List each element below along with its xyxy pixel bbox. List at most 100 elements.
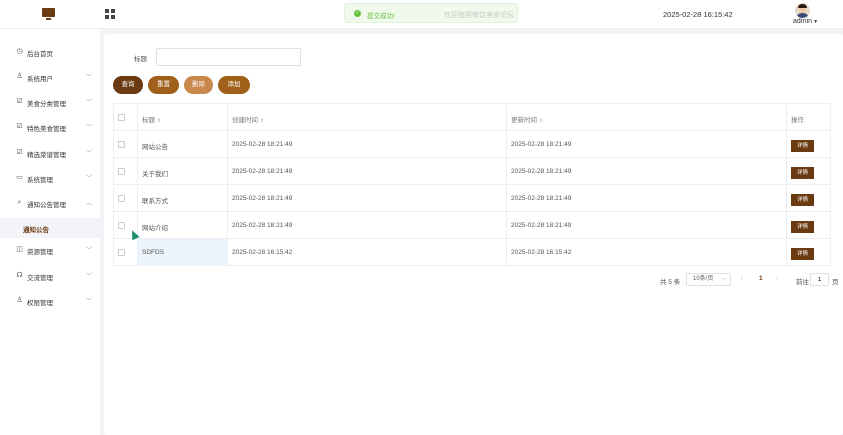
monitor-logo-icon [42, 8, 55, 21]
sort-icon[interactable]: ⇕ [539, 118, 543, 124]
row-updated-time-wrap: 2025-02-28 16:15:42 [511, 249, 571, 256]
sidebar-item-4[interactable]: ☑ 精选菜谱管理 ﹀ [0, 141, 100, 166]
sidebar-item-6[interactable]: ⌕ 通知公告管理 ︿ [0, 191, 100, 216]
detail-button[interactable]: 详情 [791, 140, 814, 152]
sidebar-item-7[interactable]: ◫ 资源管理 ﹀ [0, 238, 100, 263]
row-updated-time-wrap: 2025-02-28 18:21:49 [511, 141, 571, 148]
page-size-select[interactable]: 10条/页 ⌵ [686, 273, 731, 286]
row-checkbox[interactable] [118, 195, 125, 202]
chevron-down-icon: ﹀ [86, 176, 93, 182]
row-title-wrap: 关于我们 [142, 168, 168, 178]
row-title: 联系方式 [142, 198, 168, 205]
table-cell: 2025-02-28 18:21:49 [506, 158, 786, 185]
row-created-time: 2025-02-28 18:21:49 [232, 222, 293, 229]
table-cell: 2025-02-28 18:21:49 [227, 212, 506, 239]
sidebar-item-label: 精选菜谱管理 [27, 152, 66, 159]
search-title-input[interactable] [156, 48, 301, 66]
table-cell: 详情 [786, 239, 831, 266]
sidebar-subitem-label: 通知公告 [23, 227, 49, 234]
chevron-down-icon: ﹀ [86, 299, 93, 305]
row-title: 网站公告 [142, 144, 168, 151]
delete-button[interactable]: 删除 [184, 76, 213, 94]
chevron-down-icon: ﹀ [86, 100, 93, 106]
detail-button[interactable]: 详情 [791, 248, 814, 260]
row-title: 网站介绍 [142, 225, 168, 232]
detail-button[interactable]: 详情 [791, 194, 814, 206]
list-icon: ☑ [16, 123, 23, 130]
chevron-up-icon: ︿ [86, 201, 93, 207]
table-cell [113, 104, 137, 131]
goto-label: 前往 [796, 279, 809, 286]
search-icon: ⌕ [17, 199, 22, 206]
chevron-down-icon: ﹀ [86, 248, 93, 254]
sidebar-item-2[interactable]: ☑ 美食分类管理 ﹀ [0, 90, 100, 115]
table-row: SDFDS 2025-02-28 16:15:42 2025-02-28 16:15… [113, 239, 831, 266]
chevron-down-icon: ﹀ [86, 125, 93, 131]
sidebar-item-0[interactable]: ◷ 后台首页 [0, 40, 100, 65]
row-checkbox[interactable] [118, 222, 125, 229]
pagination-total: 共 5 条 [660, 279, 681, 286]
sidebar-item-label: 交流管理 [27, 275, 53, 282]
table-cell: 详情 [786, 158, 831, 185]
table-row: 关于我们 2025-02-28 18:21:49 2025-02-28 18:21:… [113, 158, 831, 185]
sidebar-subitem-notice[interactable]: 通知公告 [0, 218, 100, 238]
table-cell: 2025-02-28 18:21:49 [506, 212, 786, 239]
sort-icon[interactable]: ⇕ [157, 118, 161, 124]
sidebar-item-9[interactable]: ♙ 权限管理 ﹀ [0, 289, 100, 314]
check-circle-icon: ✓ [354, 10, 361, 17]
menu-toggle-grid-icon[interactable] [105, 9, 115, 19]
detail-button[interactable]: 详情 [791, 221, 814, 233]
user-dropdown[interactable]: admin▼ [793, 18, 818, 25]
table-cell [113, 131, 137, 158]
caret-down-icon: ▼ [813, 19, 819, 25]
column-header-updated: 更新时间 [511, 117, 537, 124]
reset-button[interactable]: 重置 [148, 76, 179, 94]
page-number-current[interactable]: 1 [759, 275, 763, 282]
avatar[interactable] [795, 3, 810, 18]
row-updated-time-wrap: 2025-02-28 18:21:49 [511, 222, 571, 229]
table-cell: 2025-02-28 16:15:42 [506, 239, 786, 266]
row-checkbox[interactable] [118, 141, 125, 148]
column-header-updated-wrap[interactable]: 更新时间 ⇕ [511, 114, 543, 124]
table-cell: 2025-02-28 18:21:49 [227, 158, 506, 185]
sort-icon[interactable]: ⇕ [260, 118, 264, 124]
table-cell: 详情 [786, 212, 831, 239]
sidebar-item-1[interactable]: ♙ 系统用户 ﹀ [0, 65, 100, 90]
table-cell: 2025-02-28 16:15:42 [227, 239, 506, 266]
table-cell: 操作 [786, 104, 831, 131]
table-cell [113, 158, 137, 185]
table-cell: 关于我们 [137, 158, 227, 185]
sidebar-item-3[interactable]: ☑ 特色美食管理 ﹀ [0, 115, 100, 140]
sidebar-item-8[interactable]: ☊ 交流管理 ﹀ [0, 264, 100, 289]
row-updated-time: 2025-02-28 18:21:49 [511, 168, 572, 175]
column-header-title-wrap[interactable]: 标题 ⇕ [142, 114, 161, 124]
column-header-created: 创建时间 [232, 117, 258, 124]
next-page-icon[interactable]: › [776, 275, 778, 282]
row-updated-time: 2025-02-28 18:21:49 [511, 222, 572, 229]
table-cell: 更新时间 ⇕ [506, 104, 786, 131]
headset-icon: ☊ [16, 272, 23, 279]
row-created-time: 2025-02-28 18:21:49 [232, 141, 293, 148]
add-button[interactable]: 添加 [218, 76, 250, 94]
table-cell: 2025-02-28 18:21:49 [506, 185, 786, 212]
table-cell: 2025-02-28 18:21:49 [227, 131, 506, 158]
column-header-created-wrap[interactable]: 创建时间 ⇕ [232, 114, 264, 124]
row-created-time-wrap: 2025-02-28 18:21:49 [232, 141, 292, 148]
table-cell: SDFDS [137, 239, 227, 266]
table-row: 联系方式 2025-02-28 18:21:49 2025-02-28 18:21:… [113, 185, 831, 212]
user-icon: ♙ [16, 73, 23, 80]
page-size-value: 10条/页 [693, 276, 714, 282]
column-header-action: 操作 [791, 117, 804, 124]
prev-page-icon[interactable]: ‹ [741, 275, 743, 282]
detail-button[interactable]: 详情 [791, 167, 814, 179]
row-checkbox[interactable] [118, 114, 125, 121]
sidebar-item-5[interactable]: ▭ 系统管理 ﹀ [0, 166, 100, 191]
query-button[interactable]: 查询 [113, 76, 143, 94]
list-icon: ☑ [16, 149, 23, 156]
table-cell [113, 185, 137, 212]
goto-page-input[interactable] [810, 273, 829, 286]
row-checkbox[interactable] [118, 249, 125, 256]
toast-message: 提交成功! [367, 13, 395, 20]
row-checkbox[interactable] [118, 168, 125, 175]
search-title-label: 标题 [134, 56, 147, 63]
